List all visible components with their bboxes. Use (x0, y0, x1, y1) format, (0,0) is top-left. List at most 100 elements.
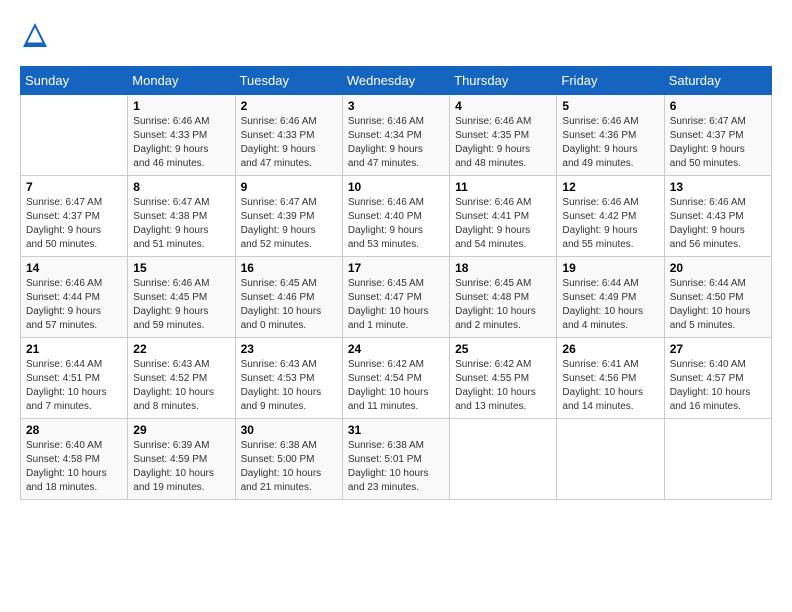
calendar-cell: 25Sunrise: 6:42 AM Sunset: 4:55 PM Dayli… (450, 338, 557, 419)
day-number: 21 (26, 342, 122, 356)
calendar-cell: 2 Sunrise: 6:46 AM Sunset: 4:33 PM Daylig… (235, 95, 342, 176)
days-of-week-row: SundayMondayTuesdayWednesdayThursdayFrid… (21, 67, 772, 95)
calendar-cell: 27 Sunrise: 6:40 AM Sunset: 4:57 PM Dayli… (664, 338, 771, 419)
logo (20, 20, 54, 50)
day-number: 15 (133, 261, 229, 275)
day-info: Sunrise: 6:42 AM Sunset: 4:54 PM Dayligh… (348, 358, 444, 414)
day-of-week-header: Wednesday (342, 67, 449, 95)
day-info: Sunrise: 6:43 AM Sunset: 4:53 PM Dayligh… (241, 358, 337, 414)
calendar-cell: 31 Sunrise: 6:38 AM Sunset: 5:01 PM Dayli… (342, 419, 449, 500)
day-number: 3 (348, 99, 444, 113)
day-info: Sunrise: 6:46 AM Sunset: 4:33 PM Dayligh… (133, 115, 229, 171)
day-number: 24 (348, 342, 444, 356)
day-info: Sunrise: 6:40 AM Sunset: 4:57 PM Dayligh… (670, 358, 766, 414)
calendar-cell: 22 Sunrise: 6:43 AM Sunset: 4:52 PM Dayli… (128, 338, 235, 419)
day-of-week-header: Sunday (21, 67, 128, 95)
calendar-week-row: 21Sunrise: 6:44 AM Sunset: 4:51 PM Dayli… (21, 338, 772, 419)
day-info: Sunrise: 6:40 AM Sunset: 4:58 PM Dayligh… (26, 439, 122, 495)
day-number: 7 (26, 180, 122, 194)
day-number: 5 (562, 99, 658, 113)
day-info: Sunrise: 6:38 AM Sunset: 5:01 PM Dayligh… (348, 439, 444, 495)
day-number: 13 (670, 180, 766, 194)
day-info: Sunrise: 6:46 AM Sunset: 4:42 PM Dayligh… (562, 196, 658, 252)
calendar-cell: 4 Sunrise: 6:46 AM Sunset: 4:35 PM Daylig… (450, 95, 557, 176)
day-number: 18 (455, 261, 551, 275)
calendar-cell (21, 95, 128, 176)
calendar-week-row: 28 Sunrise: 6:40 AM Sunset: 4:58 PM Dayli… (21, 419, 772, 500)
day-info: Sunrise: 6:46 AM Sunset: 4:43 PM Dayligh… (670, 196, 766, 252)
day-info: Sunrise: 6:46 AM Sunset: 4:41 PM Dayligh… (455, 196, 551, 252)
calendar-cell: 3 Sunrise: 6:46 AM Sunset: 4:34 PM Daylig… (342, 95, 449, 176)
day-info: Sunrise: 6:41 AM Sunset: 4:56 PM Dayligh… (562, 358, 658, 414)
calendar-cell: 14 Sunrise: 6:46 AM Sunset: 4:44 PM Dayli… (21, 257, 128, 338)
calendar-cell: 8 Sunrise: 6:47 AM Sunset: 4:38 PM Daylig… (128, 176, 235, 257)
page-header (20, 20, 772, 50)
day-number: 11 (455, 180, 551, 194)
calendar-cell: 9Sunrise: 6:47 AM Sunset: 4:39 PM Daylig… (235, 176, 342, 257)
day-number: 28 (26, 423, 122, 437)
calendar-cell: 23Sunrise: 6:43 AM Sunset: 4:53 PM Dayli… (235, 338, 342, 419)
day-number: 16 (241, 261, 337, 275)
calendar-cell: 12 Sunrise: 6:46 AM Sunset: 4:42 PM Dayli… (557, 176, 664, 257)
calendar-cell (664, 419, 771, 500)
day-number: 17 (348, 261, 444, 275)
day-number: 27 (670, 342, 766, 356)
day-info: Sunrise: 6:46 AM Sunset: 4:40 PM Dayligh… (348, 196, 444, 252)
day-of-week-header: Tuesday (235, 67, 342, 95)
day-info: Sunrise: 6:45 AM Sunset: 4:47 PM Dayligh… (348, 277, 444, 333)
day-info: Sunrise: 6:45 AM Sunset: 4:46 PM Dayligh… (241, 277, 337, 333)
day-number: 31 (348, 423, 444, 437)
day-info: Sunrise: 6:46 AM Sunset: 4:33 PM Dayligh… (241, 115, 337, 171)
logo-icon (20, 20, 50, 50)
calendar-cell: 10 Sunrise: 6:46 AM Sunset: 4:40 PM Dayli… (342, 176, 449, 257)
day-info: Sunrise: 6:46 AM Sunset: 4:36 PM Dayligh… (562, 115, 658, 171)
day-of-week-header: Friday (557, 67, 664, 95)
day-info: Sunrise: 6:44 AM Sunset: 4:50 PM Dayligh… (670, 277, 766, 333)
day-info: Sunrise: 6:47 AM Sunset: 4:39 PM Dayligh… (241, 196, 337, 252)
day-info: Sunrise: 6:38 AM Sunset: 5:00 PM Dayligh… (241, 439, 337, 495)
day-of-week-header: Saturday (664, 67, 771, 95)
day-info: Sunrise: 6:46 AM Sunset: 4:34 PM Dayligh… (348, 115, 444, 171)
calendar-cell: 5 Sunrise: 6:46 AM Sunset: 4:36 PM Daylig… (557, 95, 664, 176)
calendar-table: SundayMondayTuesdayWednesdayThursdayFrid… (20, 66, 772, 500)
day-number: 12 (562, 180, 658, 194)
calendar-week-row: 7Sunrise: 6:47 AM Sunset: 4:37 PM Daylig… (21, 176, 772, 257)
calendar-cell (557, 419, 664, 500)
day-number: 29 (133, 423, 229, 437)
day-info: Sunrise: 6:46 AM Sunset: 4:45 PM Dayligh… (133, 277, 229, 333)
day-info: Sunrise: 6:47 AM Sunset: 4:38 PM Dayligh… (133, 196, 229, 252)
day-info: Sunrise: 6:43 AM Sunset: 4:52 PM Dayligh… (133, 358, 229, 414)
calendar-cell: 13 Sunrise: 6:46 AM Sunset: 4:43 PM Dayli… (664, 176, 771, 257)
day-number: 26 (562, 342, 658, 356)
day-number: 6 (670, 99, 766, 113)
calendar-cell (450, 419, 557, 500)
calendar-cell: 17 Sunrise: 6:45 AM Sunset: 4:47 PM Dayli… (342, 257, 449, 338)
day-info: Sunrise: 6:44 AM Sunset: 4:49 PM Dayligh… (562, 277, 658, 333)
day-info: Sunrise: 6:45 AM Sunset: 4:48 PM Dayligh… (455, 277, 551, 333)
calendar-cell: 18 Sunrise: 6:45 AM Sunset: 4:48 PM Dayli… (450, 257, 557, 338)
day-number: 8 (133, 180, 229, 194)
calendar-cell: 29Sunrise: 6:39 AM Sunset: 4:59 PM Dayli… (128, 419, 235, 500)
calendar-week-row: 14 Sunrise: 6:46 AM Sunset: 4:44 PM Dayli… (21, 257, 772, 338)
calendar-cell: 11 Sunrise: 6:46 AM Sunset: 4:41 PM Dayli… (450, 176, 557, 257)
day-number: 19 (562, 261, 658, 275)
calendar-header: SundayMondayTuesdayWednesdayThursdayFrid… (21, 67, 772, 95)
day-number: 25 (455, 342, 551, 356)
calendar-cell: 24 Sunrise: 6:42 AM Sunset: 4:54 PM Dayli… (342, 338, 449, 419)
day-of-week-header: Thursday (450, 67, 557, 95)
day-number: 22 (133, 342, 229, 356)
calendar-cell: 21Sunrise: 6:44 AM Sunset: 4:51 PM Dayli… (21, 338, 128, 419)
day-info: Sunrise: 6:46 AM Sunset: 4:44 PM Dayligh… (26, 277, 122, 333)
day-number: 1 (133, 99, 229, 113)
calendar-week-row: 1 Sunrise: 6:46 AM Sunset: 4:33 PM Daylig… (21, 95, 772, 176)
day-number: 20 (670, 261, 766, 275)
calendar-cell: 19 Sunrise: 6:44 AM Sunset: 4:49 PM Dayli… (557, 257, 664, 338)
day-number: 2 (241, 99, 337, 113)
day-info: Sunrise: 6:47 AM Sunset: 4:37 PM Dayligh… (670, 115, 766, 171)
calendar-cell: 28 Sunrise: 6:40 AM Sunset: 4:58 PM Dayli… (21, 419, 128, 500)
day-number: 10 (348, 180, 444, 194)
day-number: 14 (26, 261, 122, 275)
day-number: 4 (455, 99, 551, 113)
calendar-cell: 26 Sunrise: 6:41 AM Sunset: 4:56 PM Dayli… (557, 338, 664, 419)
day-info: Sunrise: 6:46 AM Sunset: 4:35 PM Dayligh… (455, 115, 551, 171)
